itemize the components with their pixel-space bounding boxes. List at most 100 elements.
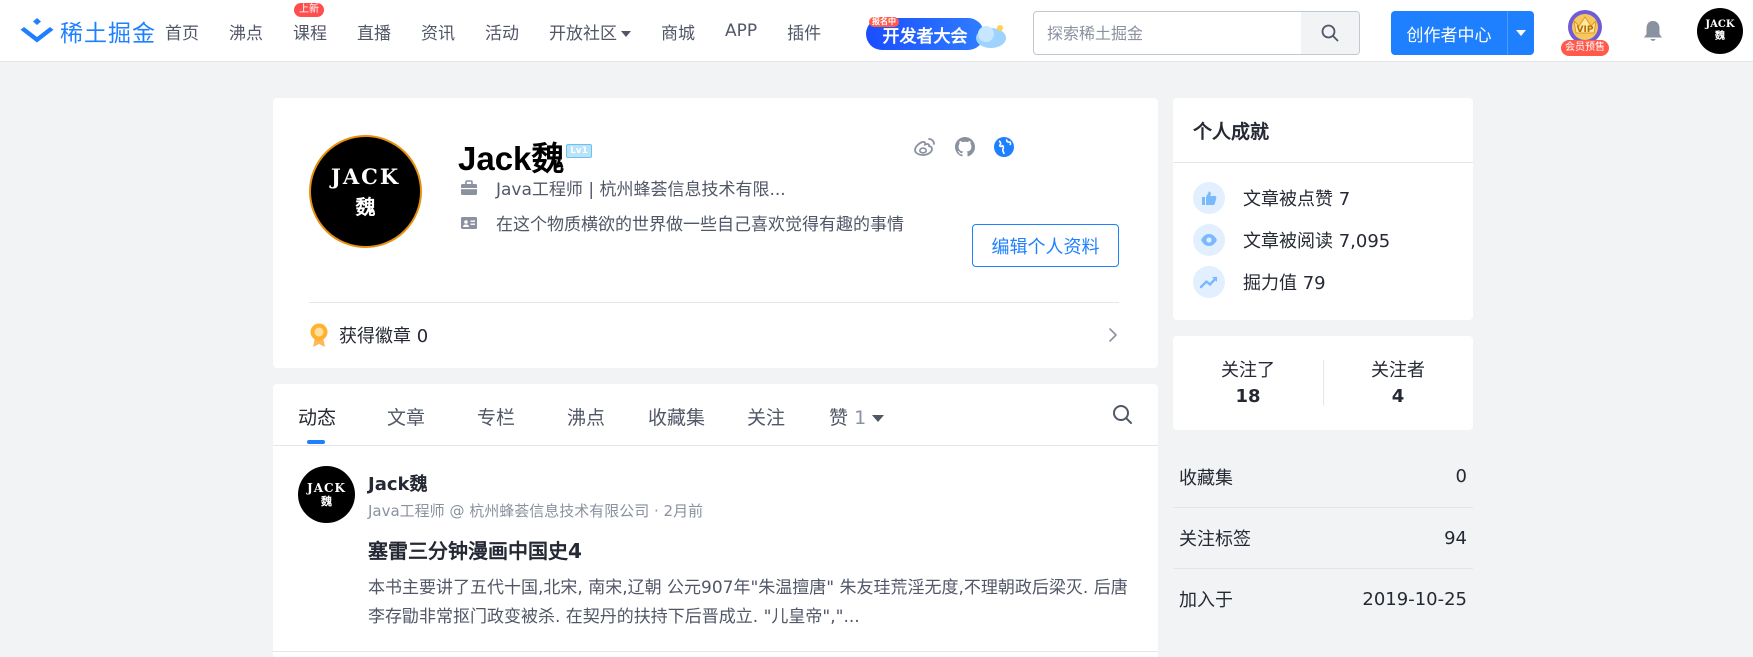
main-nav: 首页 沸点 上新课程 直播 资讯 活动 开放社区 商城 APP 插件 [165, 0, 851, 62]
nav-item-pins[interactable]: 沸点 [229, 19, 263, 44]
achievements-card: 个人成就 文章被点赞 7 文章被阅读 7,095 掘力值 79 [1173, 98, 1473, 320]
tab-pins[interactable]: 沸点 [567, 403, 605, 430]
following-label: 关注了 [1221, 360, 1275, 381]
nav-item-home[interactable]: 首页 [165, 19, 199, 44]
stat-joined-label: 加入于 [1179, 590, 1233, 611]
trend-icon [1193, 266, 1225, 298]
nav-item-app[interactable]: APP [725, 21, 757, 41]
feed-article-excerpt[interactable]: 本书主要讲了五代十国,北宋, 南宋,辽朝 公元907年"朱温擅唐" 朱友珪荒淫无… [368, 574, 1128, 632]
follow-stats-card: 关注了 18 关注者 4 [1173, 336, 1473, 430]
github-icon[interactable] [953, 135, 977, 159]
chevron-right-icon [1109, 328, 1117, 342]
avatar-text-line2: 魏 [355, 194, 376, 219]
achievement-likes-label: 文章被点赞 7 [1243, 189, 1351, 210]
developer-conference-banner[interactable]: 报名中 开发者大会 [866, 14, 1009, 52]
caret-down-icon [1516, 30, 1526, 36]
developer-conference-pill: 报名中 开发者大会 [866, 17, 984, 50]
stat-joined-value: 2019-10-25 [1362, 588, 1467, 610]
vip-presale-tag: 会员预售 [1561, 40, 1609, 56]
cloud-decoration-icon [976, 25, 1006, 48]
stat-collections-value: 0 [1455, 466, 1467, 487]
achievements-title: 个人成就 [1193, 121, 1270, 143]
vip-badge[interactable]: VIP 会员预售 [1561, 8, 1609, 56]
achievement-likes: 文章被点赞 7 [1193, 182, 1350, 214]
followers-label: 关注者 [1371, 360, 1425, 381]
level-badge[interactable]: Lv1 [566, 144, 592, 158]
tab-activity[interactable]: 动态 [298, 403, 336, 430]
profile-divider [309, 302, 1119, 303]
edit-profile-button[interactable]: 编辑个人资料 [972, 224, 1119, 267]
profile-stats-list: 收藏集 0 关注标签 94 加入于 2019-10-25 [1173, 446, 1473, 629]
id-card-icon [461, 216, 477, 229]
feed-author-name[interactable]: Jack魏 [368, 470, 427, 496]
stat-joined: 加入于 2019-10-25 [1173, 568, 1473, 629]
tab-likes-count: 1 [854, 407, 867, 429]
juejin-logo[interactable]: 稀土掘金 [18, 14, 156, 48]
achievement-power-label: 掘力值 79 [1243, 273, 1326, 294]
feed-article-title[interactable]: 塞雷三分钟漫画中国史4 [368, 535, 582, 564]
activity-card: 动态 文章 专栏 沸点 收藏集 关注 赞 1 JACK 魏 Jack魏 Java… [273, 384, 1158, 657]
search-input[interactable] [1034, 12, 1302, 54]
nav-item-shop[interactable]: 商城 [661, 19, 695, 44]
search-button[interactable] [1301, 12, 1359, 54]
avatar-text-line2: 魏 [321, 494, 332, 508]
bio-row: 在这个物质横欲的世界做一些自己喜欢觉得有趣的事情 [460, 210, 904, 235]
tab-columns[interactable]: 专栏 [477, 403, 515, 430]
tab-articles[interactable]: 文章 [387, 403, 425, 430]
profile-card: JACK 魏 Jack魏 Lv1 Java工程师 | 杭州蜂荟信息技术有限... [273, 98, 1158, 368]
bio-text: 在这个物质横欲的世界做一些自己喜欢觉得有趣的事情 [496, 215, 904, 235]
feed-divider [273, 651, 1158, 652]
stat-followed-tags[interactable]: 关注标签 94 [1173, 507, 1473, 568]
following-count: 18 [1235, 386, 1261, 407]
medal-icon [310, 323, 328, 347]
nav-item-events[interactable]: 活动 [485, 19, 519, 44]
nav-item-live[interactable]: 直播 [357, 19, 391, 44]
stat-collections[interactable]: 收藏集 0 [1173, 446, 1473, 507]
achievements-divider [1173, 162, 1473, 163]
thumbs-up-icon [1193, 182, 1225, 214]
nav-item-courses-label: 课程 [293, 23, 327, 44]
feed-meta: Java工程师 @ 杭州蜂荟信息技术有限公司 · 2月前 [368, 502, 704, 520]
nav-item-plugins[interactable]: 插件 [787, 19, 821, 44]
followers-stat[interactable]: 关注者 4 [1323, 356, 1473, 407]
search-icon[interactable] [1110, 402, 1136, 428]
tab-likes-label: 赞 [829, 407, 849, 429]
achievement-power: 掘力值 79 [1193, 266, 1326, 298]
weibo-icon[interactable] [913, 135, 937, 159]
stat-collections-label: 收藏集 [1179, 467, 1233, 489]
tab-following[interactable]: 关注 [747, 403, 785, 430]
following-stat[interactable]: 关注了 18 [1173, 356, 1323, 407]
briefcase-icon [461, 179, 477, 195]
achievement-reads-label: 文章被阅读 7,095 [1243, 231, 1391, 252]
logo-text: 稀土掘金 [60, 21, 156, 47]
user-avatar[interactable]: JACK 魏 [1697, 8, 1743, 54]
search-box [1033, 11, 1360, 55]
feed-author-avatar[interactable]: JACK 魏 [298, 466, 355, 523]
registration-tag: 报名中 [869, 17, 899, 27]
bell-icon[interactable] [1640, 18, 1666, 44]
tab-collections[interactable]: 收藏集 [648, 403, 705, 430]
top-header: 稀土掘金 首页 沸点 上新 课程 直播 资讯 活动 开放社区 商城 APP 插件 … [0, 0, 1753, 62]
nav-item-courses[interactable]: 上新 课程 [293, 2, 327, 44]
stat-followed-tags-value: 94 [1444, 527, 1467, 549]
new-badge: 上新 [294, 2, 324, 17]
vip-crown-icon: VIP [1568, 10, 1602, 44]
nav-item-open-community[interactable]: 开放社区 [549, 19, 631, 44]
badges-row[interactable]: 获得徽章 0 [309, 317, 1119, 353]
eye-icon [1193, 224, 1225, 256]
avatar-text-line1: JACK [1705, 19, 1735, 30]
achievement-reads: 文章被阅读 7,095 [1193, 224, 1390, 256]
nav-item-news[interactable]: 资讯 [421, 19, 455, 44]
job-text: Java工程师 | 杭州蜂荟信息技术有限... [496, 180, 786, 200]
website-icon[interactable] [992, 135, 1016, 159]
search-icon [1321, 24, 1339, 42]
avatar-text-line1: JACK [307, 480, 346, 495]
creator-center-button[interactable]: 创作者中心 [1391, 11, 1534, 55]
avatar-text-line1: JACK [330, 163, 401, 189]
tab-likes[interactable]: 赞 1 [829, 403, 885, 430]
badges-label: 获得徽章 0 [339, 326, 429, 347]
nav-item-open-community-label: 开放社区 [549, 23, 617, 44]
logo-mark-icon [20, 18, 54, 43]
creator-dropdown-toggle[interactable] [1508, 30, 1534, 36]
svg-text:VIP: VIP [1577, 25, 1594, 35]
